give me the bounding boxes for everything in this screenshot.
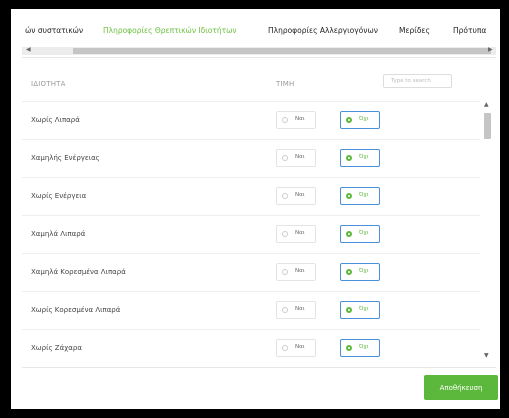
radio-selected-icon [346,155,352,161]
option-yes-label: Ναι [295,116,305,122]
option-yes[interactable]: Ναι [276,149,316,167]
option-yes-label: Ναι [295,154,305,160]
radio-icon [282,269,288,275]
radio-icon [282,307,288,313]
option-yes[interactable]: Ναι [276,301,316,319]
option-no[interactable]: Όχι [340,111,380,129]
column-header-property: ΙΔΙΟΤΗΤΑ [31,80,66,88]
horizontal-scroll-thumb[interactable] [73,48,491,54]
option-yes[interactable]: Ναι [276,263,316,281]
property-name: Χαμηλής Ενέργειας [31,154,100,162]
option-no[interactable]: Όχι [340,149,380,167]
option-yes-label: Ναι [295,306,305,312]
option-no-label: Όχι [359,192,369,198]
tab-nutrition-info[interactable]: Πληροφορίες Θρεπτικών Ιδιοτήτων [103,26,237,35]
option-no-label: Όχι [359,306,369,312]
option-no[interactable]: Όχι [340,263,380,281]
tab-ingredients[interactable]: ών συστατικών [25,26,83,35]
option-no-label: Όχι [359,344,369,350]
scroll-left-icon[interactable]: ◀ [26,46,31,53]
option-yes-label: Ναι [295,192,305,198]
property-name: Χαμηλά Λιπαρά [31,230,86,238]
radio-icon [282,231,288,237]
option-yes[interactable]: Ναι [276,111,316,129]
radio-icon [282,345,288,351]
divider [22,57,496,58]
radio-selected-icon [346,307,352,313]
tab-bar: ών συστατικών Πληροφορίες Θρεπτικών Ιδιο… [11,9,500,47]
option-yes-label: Ναι [295,230,305,236]
scroll-up-icon[interactable]: ▲ [484,101,489,108]
vertical-scroll-thumb[interactable] [484,113,491,139]
property-name: Χωρίς Κορεσμένα Λιπαρά [31,306,121,314]
search-input[interactable] [383,74,452,88]
option-no-label: Όχι [359,154,369,160]
radio-selected-icon [346,193,352,199]
tab-allergen-info[interactable]: Πληροφορίες Αλλεργιογόνων [268,26,378,35]
dialog: ών συστατικών Πληροφορίες Θρεπτικών Ιδιο… [11,9,500,409]
radio-selected-icon [346,117,352,123]
option-no-label: Όχι [359,268,369,274]
radio-icon [282,117,288,123]
radio-icon [282,155,288,161]
tab-templates[interactable]: Πρότυπα [453,26,486,35]
option-no[interactable]: Όχι [340,339,380,357]
radio-icon [282,193,288,199]
properties-table: Χωρίς Λιπαρά Ναι Όχι Χαμηλής Ενέργειας Ναι Όχ… [22,101,480,366]
option-no-label: Όχι [359,116,369,122]
option-no[interactable]: Όχι [340,187,380,205]
table-row: Χαμηλά Λιπαρά Ναι Όχι [22,215,480,253]
option-yes-label: Ναι [295,268,305,274]
option-yes-label: Ναι [295,344,305,350]
radio-selected-icon [346,231,352,237]
tab-portions[interactable]: Μερίδες [399,26,430,35]
column-header-value: ΤΙΜΗ [276,80,295,88]
property-name: Χωρίς Λιπαρά [31,116,80,124]
option-yes[interactable]: Ναι [276,187,316,205]
table-row: Χωρίς Κορεσμένα Λιπαρά Ναι Όχι [22,291,480,329]
scroll-right-icon[interactable]: ▶ [488,46,493,53]
radio-selected-icon [346,269,352,275]
footer-divider [22,367,496,368]
table-row: Χαμηλής Ενέργειας Ναι Όχι [22,139,480,177]
horizontal-scrollbar[interactable]: ◀ ▶ [22,46,496,55]
option-yes[interactable]: Ναι [276,339,316,357]
table-row: Χωρίς Λιπαρά Ναι Όχι [22,101,480,139]
property-name: Χωρίς Ενέργεια [31,192,87,200]
table-row: Χωρίς Ενέργεια Ναι Όχι [22,177,480,215]
vertical-scrollbar[interactable]: ▲ ▼ [482,101,492,363]
option-no[interactable]: Όχι [340,301,380,319]
property-name: Χαμηλά Κορεσμένα Λιπαρά [31,268,126,276]
option-no-label: Όχι [359,230,369,236]
table-row: Χαμηλά Κορεσμένα Λιπαρά Ναι Όχι [22,253,480,291]
option-no[interactable]: Όχι [340,225,380,243]
property-name: Χωρίς Ζάχαρα [31,344,82,352]
save-button[interactable]: Αποθήκευση [424,375,498,400]
scroll-down-icon[interactable]: ▼ [484,352,489,359]
option-yes[interactable]: Ναι [276,225,316,243]
table-row: Χωρίς Ζάχαρα Ναι Όχι [22,329,480,366]
radio-selected-icon [346,345,352,351]
